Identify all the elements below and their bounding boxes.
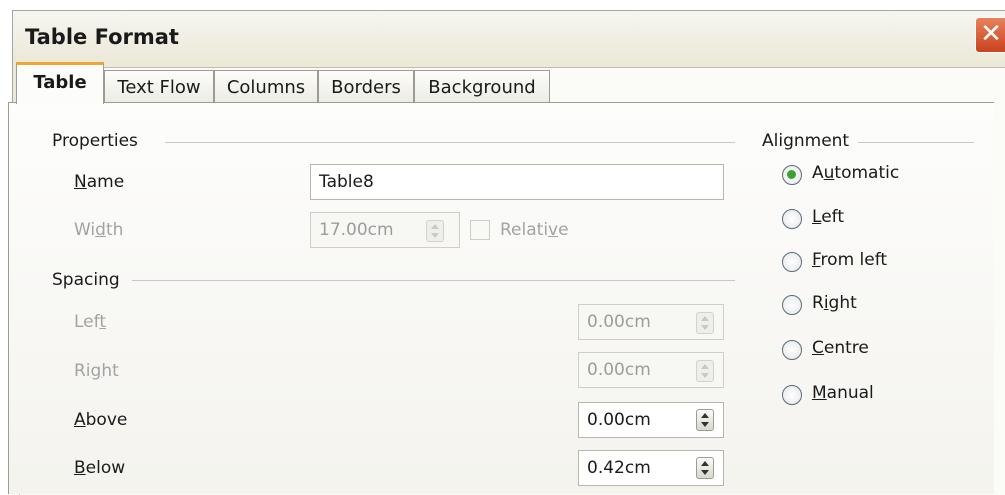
name-label: Name (74, 172, 125, 192)
width-spin-button[interactable] (426, 220, 444, 242)
radio-right[interactable] (782, 295, 802, 315)
close-icon: ✕ (980, 19, 1002, 49)
width-label: Width (74, 220, 124, 240)
radio-centre[interactable] (782, 340, 802, 360)
dialog-title: Table Format (25, 25, 179, 49)
tab-borders[interactable]: Borders (318, 70, 414, 103)
spacing-below-label: Below (74, 458, 126, 478)
tab-text-flow-label: Text Flow (117, 77, 201, 98)
tab-columns[interactable]: Columns (214, 70, 318, 103)
spacing-separator (132, 280, 735, 281)
spacing-above-label: Above (74, 410, 128, 430)
tab-table-label: Table (33, 72, 87, 93)
radio-manual[interactable] (782, 385, 802, 405)
radio-left[interactable] (782, 209, 802, 229)
radio-centre-label: Centre (812, 338, 869, 358)
name-input[interactable]: Table8 (310, 164, 724, 200)
relative-label: Relative (500, 220, 569, 240)
properties-heading: Properties (52, 131, 138, 151)
radio-left-label: Left (812, 207, 844, 227)
tab-background[interactable]: Background (414, 70, 550, 103)
tab-background-label: Background (428, 77, 536, 98)
radio-right-label: Right (812, 293, 857, 313)
radio-from-left[interactable] (782, 252, 802, 272)
relative-checkbox[interactable] (470, 220, 490, 240)
radio-automatic[interactable] (782, 165, 802, 185)
tab-text-flow[interactable]: Text Flow (104, 70, 214, 103)
tab-table[interactable]: Table (16, 62, 104, 104)
properties-separator (165, 142, 735, 143)
close-button[interactable]: ✕ (975, 17, 1005, 53)
alignment-heading: Alignment (762, 131, 850, 151)
spacing-above-spin-button[interactable] (696, 409, 714, 431)
radio-manual-label: Manual (812, 383, 874, 403)
radio-automatic-label: Automatic (812, 163, 900, 183)
spacing-right-spin-button[interactable] (696, 360, 714, 382)
alignment-separator (858, 142, 974, 143)
tab-borders-label: Borders (331, 77, 401, 98)
title-bar: Table Format ✕ (13, 11, 1005, 63)
tab-columns-label: Columns (226, 77, 306, 98)
spacing-heading: Spacing (52, 270, 120, 290)
spacing-right-label: Right (74, 361, 119, 381)
radio-selected-dot-icon (787, 170, 796, 179)
radio-from-left-label: From left (812, 250, 888, 270)
spacing-below-spin-button[interactable] (696, 457, 714, 479)
spacing-left-label: Left (74, 312, 106, 332)
spacing-left-spin-button[interactable] (696, 312, 714, 334)
